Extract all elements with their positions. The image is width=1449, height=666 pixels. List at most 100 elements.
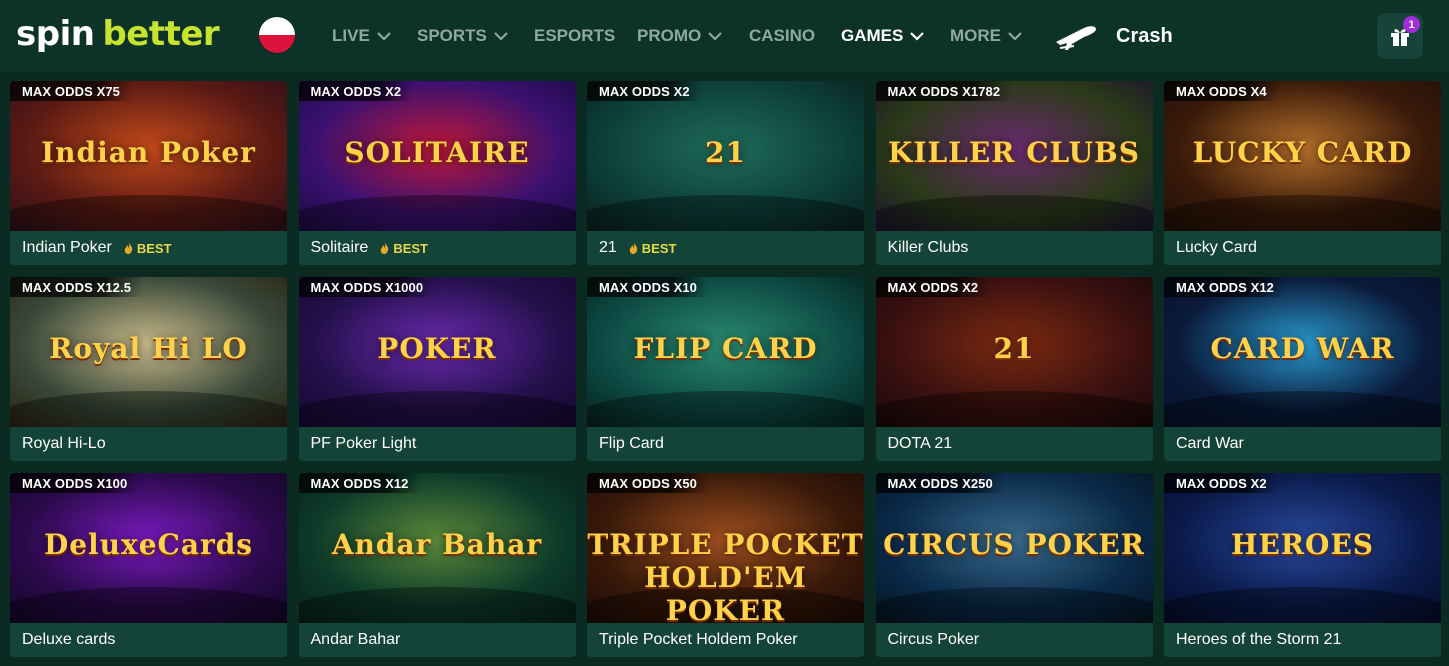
game-art-title: KILLER CLUBS	[888, 136, 1140, 169]
max-odds-badge: MAX ODDS X12	[298, 473, 421, 493]
max-odds-badge: MAX ODDS X75	[10, 81, 133, 101]
chevron-down-icon	[377, 32, 391, 41]
game-card[interactable]: SOLITAIRE MAX ODDS X2 Solitaire BEST	[298, 81, 576, 265]
nav-more[interactable]: MORE	[950, 25, 1023, 47]
nav-label: PROMO	[637, 26, 702, 45]
max-odds-badge: MAX ODDS X2	[587, 81, 702, 101]
game-card[interactable]: HEROES MAX ODDS X2 Heroes of the Storm 2…	[1164, 473, 1441, 657]
fire-icon	[629, 242, 637, 254]
nav-casino[interactable]: CASINO	[749, 25, 815, 47]
max-odds-badge: MAX ODDS X12	[1164, 277, 1287, 297]
nav-label: MORE	[950, 26, 1001, 45]
chevron-down-icon	[910, 32, 925, 41]
best-label: BEST	[393, 240, 428, 256]
game-card[interactable]: CIRCUS POKER MAX ODDS X250 Circus Poker	[875, 473, 1153, 657]
crash-label: Crash	[1116, 24, 1173, 47]
game-name: DOTA 21	[887, 435, 953, 452]
language-flag-icon[interactable]	[259, 17, 295, 53]
game-name: Andar Bahar	[310, 631, 401, 648]
game-art-title: DeluxeCards	[43, 528, 254, 561]
best-tag: BEST	[124, 241, 172, 256]
game-card[interactable]: TRIPLE POCKET HOLD'EM POKER MAX ODDS X50…	[587, 473, 864, 657]
crash-game-link[interactable]: Crash	[1054, 20, 1173, 52]
best-tag: BEST	[380, 241, 428, 256]
chevron-down-icon	[494, 32, 508, 41]
game-card[interactable]: FLIP CARD MAX ODDS X10 Flip Card	[587, 277, 864, 461]
nav-label: ESPORTS	[534, 26, 616, 45]
game-art-title: SOLITAIRE	[344, 136, 530, 169]
game-art-title: CIRCUS POKER	[883, 528, 1145, 561]
nav-label: SPORTS	[417, 26, 487, 45]
spinbetter-logo[interactable]: spin better	[16, 14, 220, 58]
game-card-footer: Killer Clubs	[875, 231, 1153, 265]
game-card-footer: Solitaire BEST	[298, 231, 576, 265]
max-odds-badge: MAX ODDS X50	[587, 473, 710, 493]
game-art-title: TRIPLE POCKET HOLD'EM POKER	[587, 528, 864, 627]
max-odds-badge: MAX ODDS X1782	[875, 81, 1013, 101]
nav-label: GAMES	[841, 26, 904, 45]
max-odds-badge: MAX ODDS X100	[10, 473, 140, 493]
max-odds-badge: MAX ODDS X1000	[298, 277, 436, 297]
game-name: Solitaire	[310, 239, 369, 256]
game-art-title: 21	[705, 136, 746, 169]
game-name: Killer Clubs	[887, 239, 969, 256]
game-card[interactable]: Indian Poker MAX ODDS X75 Indian Poker B…	[10, 81, 287, 265]
game-art-title: HEROES	[1230, 528, 1375, 561]
max-odds-badge: MAX ODDS X2	[1164, 473, 1279, 493]
game-card-footer: Card War	[1164, 427, 1441, 461]
gift-button[interactable]: 1	[1377, 13, 1423, 59]
game-card[interactable]: 21 MAX ODDS X2 21 BEST	[587, 81, 864, 265]
site-header: spin better LIVE SPORTS ESPORTS PROMO CA…	[0, 0, 1449, 73]
game-art-title: Royal Hi LO	[49, 332, 248, 365]
game-name: Lucky Card	[1176, 239, 1257, 256]
game-card[interactable]: DeluxeCards MAX ODDS X100 Deluxe cards	[10, 473, 287, 657]
game-name: Deluxe cards	[22, 631, 116, 648]
game-name: Circus Poker	[887, 631, 980, 648]
max-odds-badge: MAX ODDS X2	[298, 81, 414, 101]
game-card-footer: Deluxe cards	[10, 623, 287, 657]
best-label: BEST	[641, 240, 677, 256]
game-card-footer: DOTA 21	[875, 427, 1153, 461]
nav-esports[interactable]: ESPORTS	[534, 25, 615, 47]
nav-promo[interactable]: PROMO	[637, 25, 723, 47]
max-odds-badge: MAX ODDS X250	[875, 473, 1005, 493]
game-name: PF Poker Light	[310, 435, 417, 452]
game-art-title: POKER	[377, 332, 497, 365]
game-name: Card War	[1176, 435, 1244, 452]
game-art-title: Indian Poker	[41, 136, 256, 169]
nav-games[interactable]: GAMES	[841, 25, 925, 47]
max-odds-badge: MAX ODDS X12.5	[10, 277, 144, 297]
gift-count-badge: 1	[1403, 16, 1420, 33]
game-name: Triple Pocket Holdem Poker	[599, 631, 798, 648]
game-card[interactable]: POKER MAX ODDS X1000 PF Poker Light	[298, 277, 576, 461]
game-card-footer: Circus Poker	[875, 623, 1153, 657]
nav-live[interactable]: LIVE	[332, 25, 392, 47]
logo-word-spin: spin	[16, 14, 95, 54]
max-odds-badge: MAX ODDS X4	[1164, 81, 1279, 101]
game-card[interactable]: Royal Hi LO MAX ODDS X12.5 Royal Hi-Lo	[10, 277, 287, 461]
game-card[interactable]: 21 MAX ODDS X2 DOTA 21	[875, 277, 1153, 461]
chevron-down-icon	[708, 32, 723, 41]
game-card[interactable]: LUCKY CARD MAX ODDS X4 Lucky Card	[1164, 81, 1441, 265]
game-card-footer: Triple Pocket Holdem Poker	[587, 623, 864, 657]
game-card[interactable]: KILLER CLUBS MAX ODDS X1782 Killer Clubs	[875, 81, 1153, 265]
best-label: BEST	[136, 240, 172, 256]
game-card[interactable]: CARD WAR MAX ODDS X12 Card War	[1164, 277, 1441, 461]
game-card-footer: Andar Bahar	[298, 623, 576, 657]
game-card-footer: Heroes of the Storm 21	[1164, 623, 1441, 657]
game-art-title: Andar Bahar	[331, 528, 543, 561]
game-name: Flip Card	[599, 435, 664, 452]
game-name: Royal Hi-Lo	[22, 435, 106, 452]
nav-sports[interactable]: SPORTS	[417, 25, 509, 47]
logo-word-better: better	[102, 14, 220, 54]
game-card[interactable]: Andar Bahar MAX ODDS X12 Andar Bahar	[298, 473, 576, 657]
game-card-footer: Royal Hi-Lo	[10, 427, 287, 461]
max-odds-badge: MAX ODDS X2	[875, 277, 991, 297]
game-art-title: 21	[993, 332, 1035, 365]
nav-label: LIVE	[332, 26, 370, 45]
game-name: 21	[599, 239, 617, 256]
game-art-title: CARD WAR	[1210, 332, 1395, 365]
game-card-footer: 21 BEST	[587, 231, 864, 265]
game-art-title: LUCKY CARD	[1192, 136, 1413, 169]
fire-icon	[124, 242, 133, 254]
